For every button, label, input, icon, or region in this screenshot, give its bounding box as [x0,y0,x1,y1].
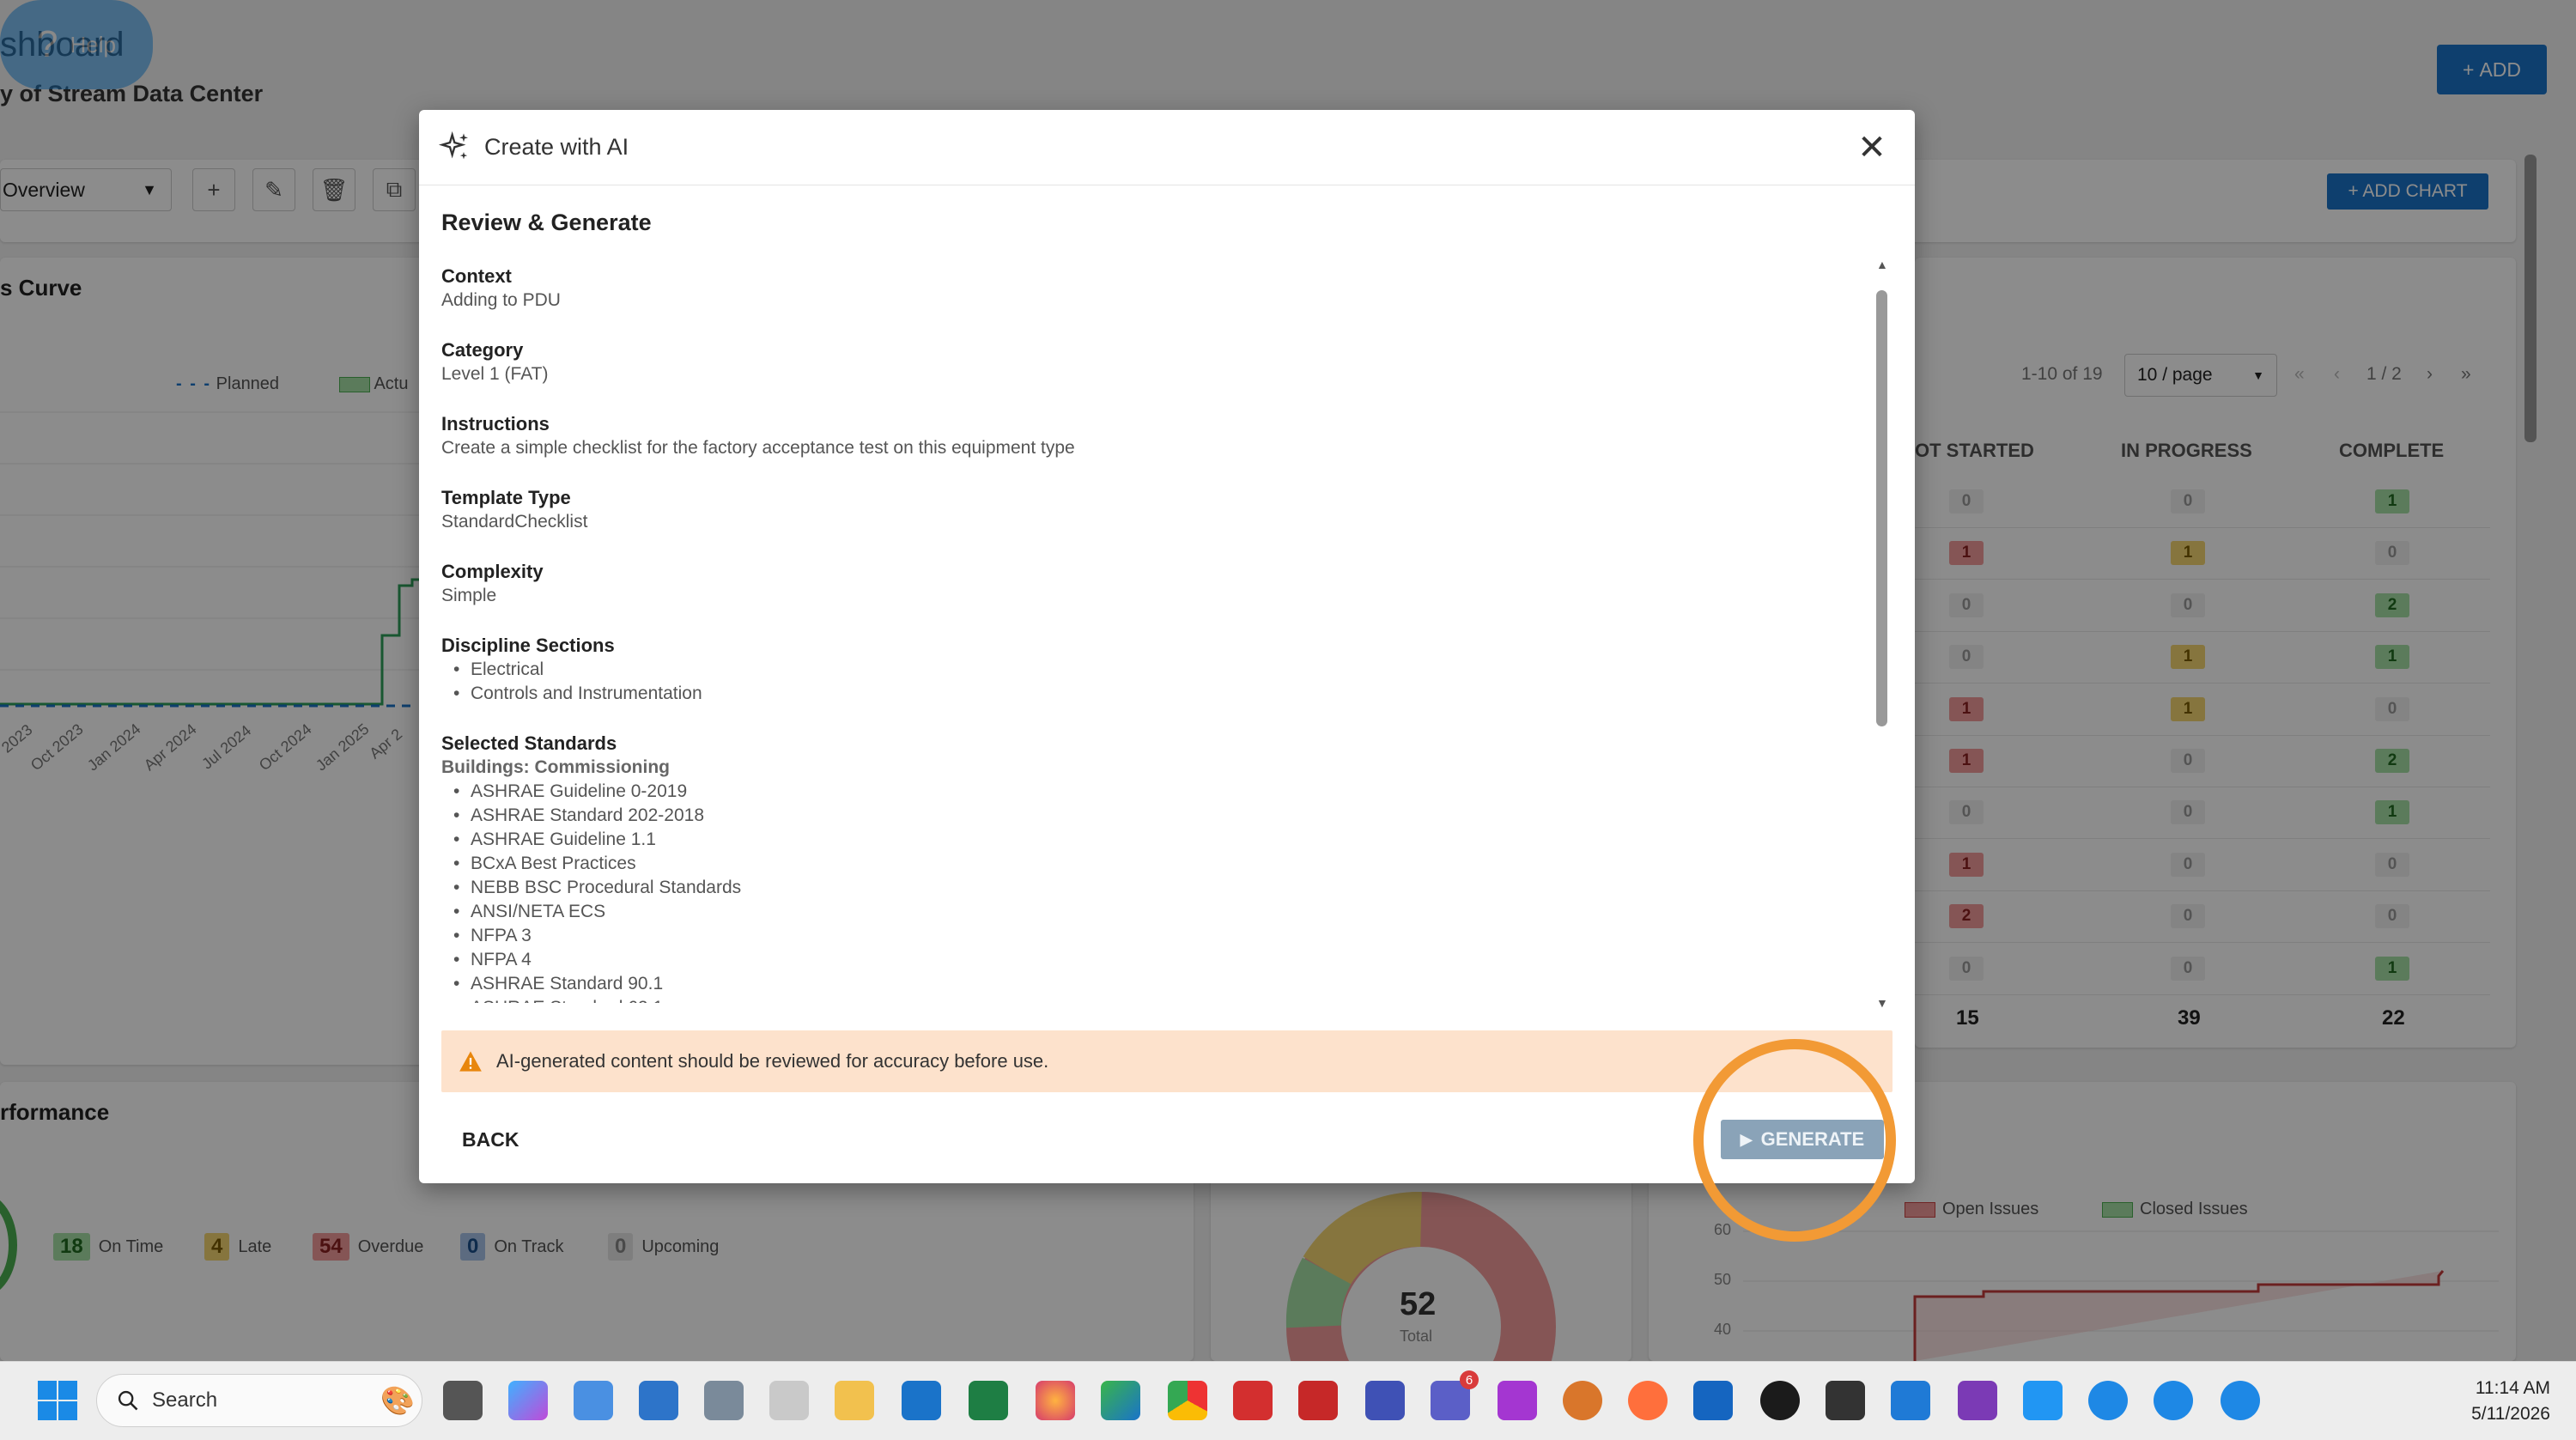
list-item: BCxA Best Practices [453,852,1884,876]
section-context: Context Adding to PDU [441,264,1884,313]
vscode-icon[interactable] [1891,1381,1930,1420]
excel-icon[interactable] [969,1381,1008,1420]
list-item: NFPA 3 [453,924,1884,948]
search-highlight-icon: 🎨 [380,1385,415,1416]
windows-taskbar: Search 🎨 6 11:14 AM 5/11/2026 [0,1361,2576,1440]
warning-icon [459,1051,482,1072]
section-label: Selected Standards [441,732,617,754]
terminal-icon[interactable] [1826,1381,1865,1420]
section-value: Adding to PDU [441,290,561,310]
file-explorer-icon[interactable] [835,1381,874,1420]
list-item: ANSI/NETA ECS [453,900,1884,924]
app-stack-icon[interactable] [1693,1381,1733,1420]
discipline-list: Electrical Controls and Instrumentation [441,658,1884,706]
dialog-header: Create with AI ✕ [419,110,1915,185]
list-item: ASHRAE Guideline 1.1 [453,828,1884,852]
edge-icon[interactable] [1101,1381,1140,1420]
starburst-icon[interactable] [1563,1381,1602,1420]
section-label: Complexity [441,561,544,582]
sparkle-icon [438,131,468,159]
onenote-icon[interactable] [1498,1381,1537,1420]
section-label: Context [441,265,512,287]
taskbar-search[interactable]: Search 🎨 [96,1374,422,1427]
copilot-icon[interactable] [508,1381,548,1420]
leaf-app-icon[interactable] [1760,1381,1800,1420]
scroll-up-icon[interactable]: ▲ [1876,258,1888,271]
system-clock[interactable]: 11:14 AM 5/11/2026 [2471,1376,2550,1427]
compass-icon[interactable] [1628,1381,1668,1420]
scroll-down-icon[interactable]: ▼ [1876,996,1888,1010]
list-item: Controls and Instrumentation [453,682,1884,706]
review-body: Context Adding to PDU Category Level 1 (… [441,264,1901,1125]
section-template-type: Template Type StandardChecklist [441,486,1884,534]
app-red-icon[interactable] [1298,1381,1338,1420]
generate-button[interactable]: ▶ GENERATE [1721,1120,1884,1159]
standards-list: ASHRAE Guideline 0-2019 ASHRAE Standard … [441,780,1884,1003]
generate-label: GENERATE [1760,1128,1865,1150]
section-label: Discipline Sections [441,635,615,656]
dialog-title: Create with AI [484,134,629,160]
section-standards: Selected Standards Buildings: Commission… [441,732,1884,1003]
search-icon [118,1390,138,1411]
play-icon: ▶ [1740,1130,1753,1148]
back-button[interactable]: BACK [462,1128,519,1151]
record-icon[interactable] [1233,1381,1273,1420]
section-label: Category [441,339,524,361]
section-discipline: Discipline Sections Electrical Controls … [441,634,1884,706]
create-with-ai-dialog: Create with AI ✕ Review & Generate Conte… [419,110,1915,1242]
settings-gear-icon[interactable] [2088,1381,2128,1420]
photos-icon[interactable] [639,1381,678,1420]
section-instructions: Instructions Create a simple checklist f… [441,412,1884,460]
section-value: StandardChecklist [441,512,588,532]
section-value: Level 1 (FAT) [441,364,549,384]
ai-warning-banner: AI-generated content should be reviewed … [441,1030,1893,1092]
search-placeholder: Search [152,1388,218,1412]
warning-text: AI-generated content should be reviewed … [496,1050,1049,1072]
snipping-tool-icon[interactable] [769,1381,809,1420]
clock-time: 11:14 AM [2475,1378,2550,1398]
section-value: Simple [441,586,497,605]
list-item: ASHRAE Guideline 0-2019 [453,780,1884,804]
review-scrollbar[interactable]: ▲ ▼ [1874,258,1888,1010]
section-label: Instructions [441,413,550,434]
standards-group-label: Buildings: Commissioning [441,757,670,777]
list-item: NFPA 4 [453,948,1884,972]
calculator-icon[interactable] [704,1381,744,1420]
task-view-icon[interactable] [443,1381,483,1420]
notepad-icon[interactable] [2023,1381,2063,1420]
list-item: ASHRAE Standard 202-2018 [453,804,1884,828]
section-value: Create a simple checklist for the factor… [441,438,1075,458]
clock-date: 5/11/2026 [2471,1404,2550,1424]
settings-gear-icon[interactable] [2221,1381,2260,1420]
settings-gear-icon[interactable] [2154,1381,2193,1420]
visual-studio-icon[interactable] [1958,1381,1997,1420]
app-blue-icon[interactable] [1365,1381,1405,1420]
close-icon[interactable]: ✕ [1853,129,1891,167]
section-label: Template Type [441,487,571,508]
section-complexity: Complexity Simple [441,560,1884,608]
firefox-icon[interactable] [1036,1381,1075,1420]
chrome-icon[interactable] [1168,1381,1207,1420]
outlook-icon[interactable] [902,1381,941,1420]
list-item: Electrical [453,658,1884,682]
windows-start-icon[interactable] [36,1379,79,1422]
list-item: NEBB BSC Procedural Standards [453,876,1884,900]
section-category: Category Level 1 (FAT) [441,338,1884,386]
list-item: ASHRAE Standard 62.1 [453,996,1884,1003]
file-window-icon[interactable] [574,1381,613,1420]
review-heading: Review & Generate [441,210,652,235]
list-item: ASHRAE Standard 90.1 [453,972,1884,996]
review-scroll-area[interactable]: Context Adding to PDU Category Level 1 (… [441,264,1884,1003]
teams-badge: 6 [1460,1370,1479,1389]
review-scrollbar-thumb[interactable] [1876,290,1887,726]
